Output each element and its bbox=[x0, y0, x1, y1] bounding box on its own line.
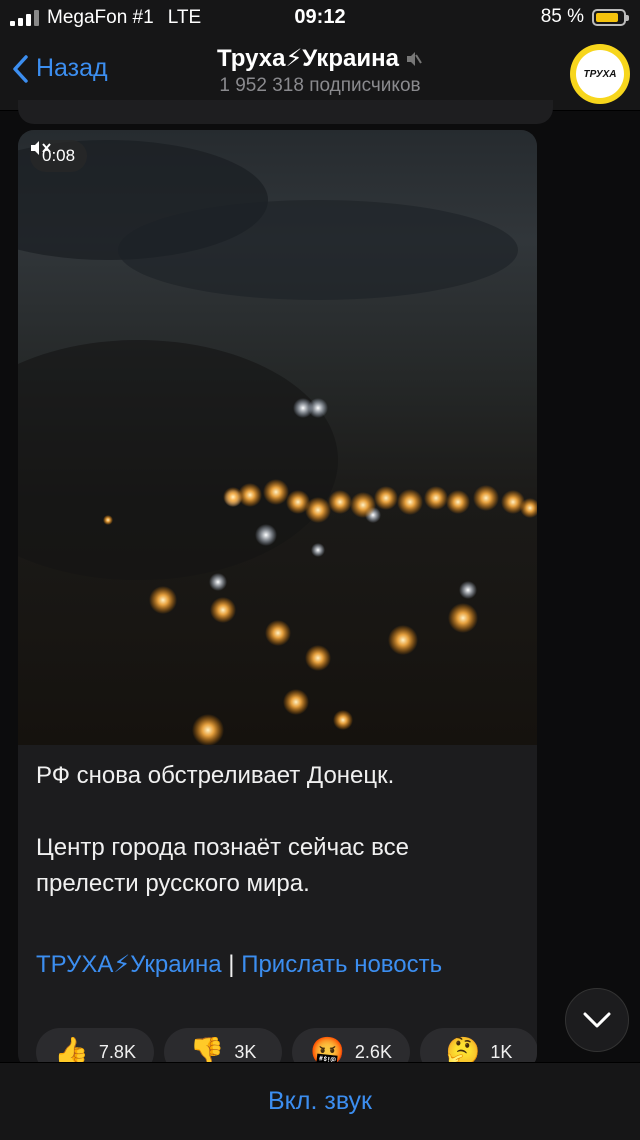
channel-link[interactable]: ТРУХА⚡Украина bbox=[36, 951, 222, 978]
avatar-logo-text: ТРУХА bbox=[576, 50, 624, 98]
link-separator: | bbox=[228, 951, 235, 978]
muted-volume-icon bbox=[31, 141, 51, 155]
video-duration-badge[interactable]: 0:08 bbox=[30, 140, 88, 172]
speaker-muted-icon bbox=[406, 51, 422, 66]
reaction-count: 2.6K bbox=[354, 1041, 392, 1062]
channel-info[interactable]: Труха⚡Украина 1 952 318 подписчиков bbox=[120, 44, 520, 97]
message-text: РФ снова обстреливает Донецк. Центр горо… bbox=[36, 758, 516, 902]
reaction-count: 7.8K bbox=[98, 1041, 136, 1062]
bottom-bar: Вкл. звук bbox=[0, 1062, 640, 1140]
unmute-button[interactable]: Вкл. звук bbox=[268, 1087, 372, 1116]
battery-icon bbox=[592, 8, 629, 26]
back-button[interactable]: Назад bbox=[12, 54, 108, 83]
message-line-2: Центр города познаёт сейчас все прелести… bbox=[36, 834, 409, 897]
chevron-down-icon bbox=[583, 1012, 611, 1028]
message-line-1: РФ снова обстреливает Донецк. bbox=[36, 762, 395, 789]
message-links: ТРУХА⚡Украина | Прислать новость bbox=[36, 946, 516, 983]
video-frame bbox=[18, 140, 537, 745]
channel-title: Труха⚡Украина bbox=[217, 45, 399, 72]
back-label: Назад bbox=[36, 54, 108, 82]
status-bar: MegaFon #1 LTE 09:12 85 % bbox=[0, 0, 640, 36]
previous-message-bubble bbox=[18, 100, 553, 124]
reaction-count: 1K bbox=[490, 1041, 513, 1062]
message-bubble: 0:08 РФ снова обстреливает Донецк. Центр… bbox=[18, 130, 537, 1070]
submit-news-link[interactable]: Прислать новость bbox=[241, 951, 442, 978]
battery-percent: 85 % bbox=[540, 6, 584, 27]
status-right: 85 % bbox=[540, 6, 629, 28]
channel-avatar[interactable]: ТРУХА bbox=[570, 44, 630, 104]
reaction-count: 3K bbox=[234, 1041, 257, 1062]
video-player[interactable]: 0:08 bbox=[18, 130, 537, 745]
subscriber-count: 1 952 318 подписчиков bbox=[219, 75, 421, 96]
chevron-left-icon bbox=[13, 54, 28, 83]
scroll-down-button[interactable] bbox=[565, 988, 629, 1052]
